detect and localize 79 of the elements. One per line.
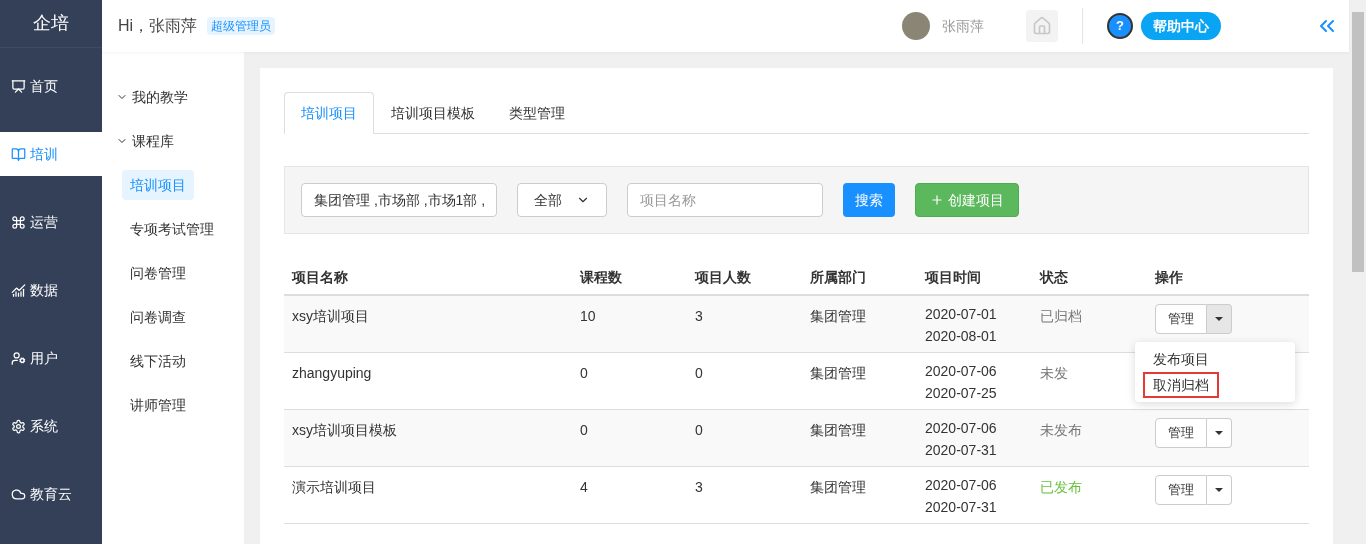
sub-nav-item[interactable]: 问卷调查 <box>122 302 194 332</box>
plus-icon <box>930 193 944 207</box>
bar-chart-icon <box>11 282 26 298</box>
sub-nav-item[interactable]: 专项考试管理 <box>122 214 222 244</box>
table-cell: 10 <box>580 308 596 324</box>
caret-icon <box>1215 317 1223 321</box>
caret-icon <box>1215 488 1223 492</box>
status-text: 未发 <box>1040 365 1068 381</box>
start-date: 2020-07-01 <box>925 305 998 324</box>
user-icon <box>11 350 26 366</box>
book-icon <box>11 146 26 162</box>
table-cell: 集团管理 <box>810 479 866 495</box>
column-header: 课程数 <box>580 267 623 287</box>
end-date: 2020-07-25 <box>925 384 998 403</box>
caret-icon <box>1215 431 1223 435</box>
sub-nav-group[interactable]: 课程库 <box>116 126 244 156</box>
table-cell: 3 <box>695 479 703 495</box>
table-cell: 3 <box>695 308 703 324</box>
department-field[interactable]: 集团管理 ,市场部 ,市场1部 , <box>301 183 497 217</box>
end-date: 2020-08-01 <box>925 327 998 346</box>
home-icon <box>1032 16 1052 36</box>
status-text: 已发布 <box>1040 479 1082 495</box>
table-cell: xsy培训项目 <box>292 308 369 324</box>
settings-icon <box>11 418 26 434</box>
table-cell: 0 <box>695 422 703 438</box>
status-text: 未发布 <box>1040 422 1082 438</box>
sub-nav-item[interactable]: 线下活动 <box>122 346 194 376</box>
manage-button[interactable]: 管理 <box>1155 475 1207 505</box>
home-button[interactable] <box>1026 10 1058 42</box>
table-cell: 集团管理 <box>810 422 866 438</box>
user-name: 张雨萍 <box>942 16 984 36</box>
project-name-field[interactable]: 项目名称 <box>627 183 823 217</box>
start-date: 2020-07-06 <box>925 476 998 495</box>
column-header: 操作 <box>1155 267 1184 287</box>
dropdown-toggle[interactable] <box>1207 304 1232 334</box>
status-select[interactable]: 全部 <box>517 183 607 217</box>
dropdown-toggle[interactable] <box>1207 475 1232 505</box>
table-cell: 集团管理 <box>810 365 866 381</box>
end-date: 2020-07-31 <box>925 498 998 517</box>
nav-item[interactable]: 用户 <box>0 336 102 380</box>
table-cell: 0 <box>580 365 588 381</box>
manage-button[interactable]: 管理 <box>1155 418 1207 448</box>
column-header: 项目名称 <box>292 267 349 287</box>
column-header: 项目时间 <box>925 267 982 287</box>
sub-nav-group[interactable]: 我的教学 <box>116 82 244 112</box>
role-badge: 超级管理员 <box>207 17 276 35</box>
tab[interactable]: 培训项目模板 <box>374 92 492 134</box>
nav-item[interactable]: 教育云 <box>0 472 102 516</box>
start-date: 2020-07-06 <box>925 362 998 381</box>
nav-item[interactable]: 数据 <box>0 268 102 312</box>
nav-item[interactable]: 系统 <box>0 404 102 448</box>
table-cell: 0 <box>580 422 588 438</box>
manage-button[interactable]: 管理 <box>1155 304 1207 334</box>
column-header: 项目人数 <box>695 267 752 287</box>
table-cell: xsy培训项目模板 <box>292 422 397 438</box>
nav-item[interactable]: 首页 <box>0 64 102 108</box>
cloud-icon <box>11 486 26 502</box>
command-icon <box>11 214 26 230</box>
table-cell: zhangyuping <box>292 365 372 381</box>
menu-item[interactable]: 发布项目 <box>1143 346 1219 372</box>
greeting: Hi，张雨萍 <box>118 16 198 36</box>
column-header: 所属部门 <box>810 267 867 287</box>
table-cell: 演示培训项目 <box>292 479 376 495</box>
presentation-chart-icon <box>11 78 26 94</box>
tab[interactable]: 类型管理 <box>492 92 582 134</box>
table-cell: 4 <box>580 479 588 495</box>
dropdown-toggle[interactable] <box>1207 418 1232 448</box>
brand-logo: 企培 <box>33 12 69 35</box>
status-text: 已归档 <box>1040 308 1082 324</box>
menu-item[interactable]: 取消归档 <box>1143 372 1219 398</box>
sub-nav-item[interactable]: 讲师管理 <box>122 390 194 420</box>
table-cell: 0 <box>695 365 703 381</box>
nav-item[interactable]: 运营 <box>0 200 102 244</box>
avatar <box>902 12 930 40</box>
column-header: 状态 <box>1040 267 1069 287</box>
table-cell: 集团管理 <box>810 308 866 324</box>
start-date: 2020-07-06 <box>925 419 998 438</box>
end-date: 2020-07-31 <box>925 441 998 460</box>
sub-nav-item[interactable]: 问卷管理 <box>122 258 194 288</box>
